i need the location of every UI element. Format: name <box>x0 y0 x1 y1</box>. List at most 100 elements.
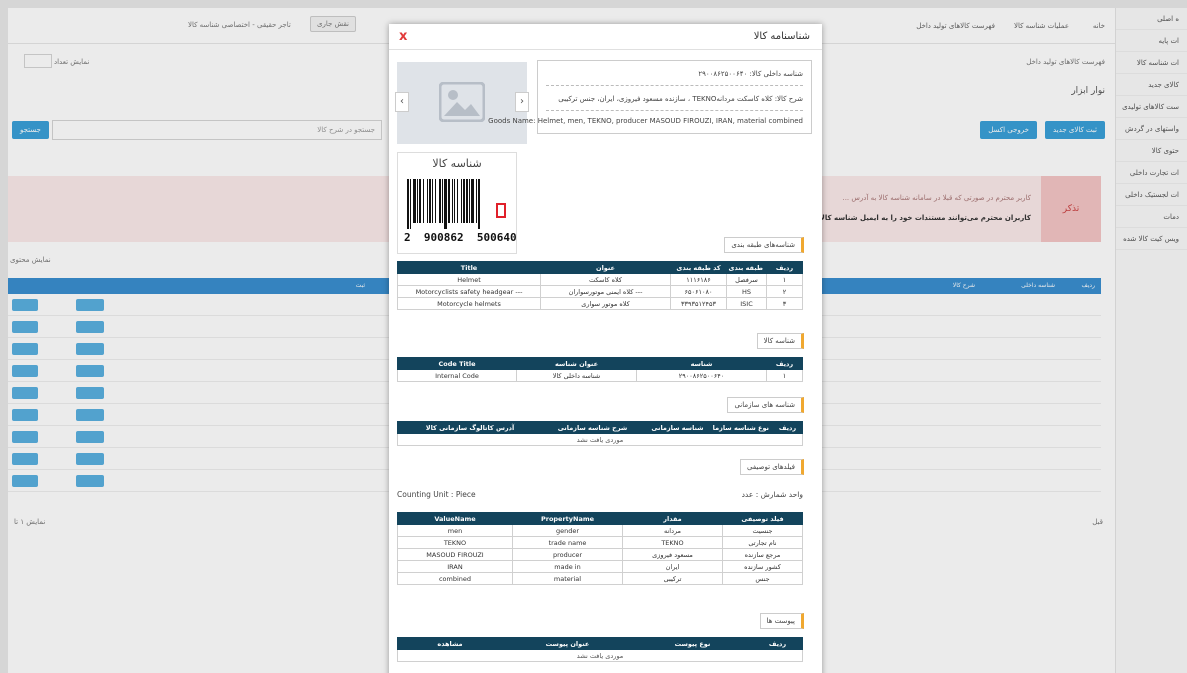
barcode-bar <box>448 179 450 223</box>
table-cell: مردانه <box>622 524 723 537</box>
table-cell: --- کلاه ایمنی موتورسواران <box>540 285 671 298</box>
table-cell: جنس <box>722 572 803 585</box>
item-description: شرح کالا: کلاه کاسکت مردانهTEKNO ، سازند… <box>558 95 803 103</box>
section-attachments: پیوست ها <box>759 613 804 629</box>
table-cell: سرفصل <box>726 273 767 286</box>
table-cell: material <box>512 572 623 585</box>
barcode-bar <box>463 179 465 223</box>
column-header: آدرس کاتالوگ سازمانی کالا <box>397 421 543 434</box>
table-cell: ۲ <box>766 285 803 298</box>
table-cell: TEKNO <box>622 536 723 549</box>
table-cell: --- Motorcyclists safety headgear <box>397 285 541 298</box>
column-header: شناسه سازمانی <box>642 421 713 434</box>
table-cell: IRAN <box>397 560 513 573</box>
counting-unit-en: Counting Unit : Piece <box>397 490 476 499</box>
column-header: فیلد توصیفی <box>722 512 803 525</box>
table-cell: ۳۳۹۳۵۱۲۴۵۳ <box>670 297 727 310</box>
barcode-bar <box>432 179 433 223</box>
table-row: جنسیت مردانه gender men <box>397 524 803 537</box>
product-image-placeholder: ‹ › <box>395 62 529 144</box>
features-table: فیلد توصیفی مقدار PropertyName ValueName… <box>397 512 803 585</box>
barcode-bar <box>469 179 470 223</box>
column-header: شناسه <box>636 357 767 370</box>
table-row: ۱ سرفصل ۱۱۱۶۱۸۶ کلاه کاسکت Helmet <box>397 273 803 286</box>
attachments-table: ردیف نوع پیوست عنوان پیوست مشاهده موردی … <box>397 637 803 662</box>
barcode-card: شناسه کالا 2 900862 500640 <box>397 152 517 254</box>
table-cell: مرجع سازنده <box>722 548 803 561</box>
table-cell: ۳ <box>766 297 803 310</box>
table-cell: Internal Code <box>397 369 517 382</box>
table-cell: gender <box>512 524 623 537</box>
table-cell: ۱ <box>766 369 803 382</box>
table-cell: combined <box>397 572 513 585</box>
table-cell: ایران <box>622 560 723 573</box>
table-cell: شناسه داخلی کالا <box>516 369 637 382</box>
prev-image-button[interactable]: ‹ <box>395 92 409 112</box>
empty-row: موردی یافت نشد <box>397 433 803 446</box>
table-cell: ۱ <box>766 273 803 286</box>
table-cell: جنسیت <box>722 524 803 537</box>
column-header: عنوان شناسه <box>516 357 637 370</box>
table-row: ۳ ISIC ۳۳۹۳۵۱۲۴۵۳ کلاه موتور سواری Motor… <box>397 297 803 310</box>
table-cell: ۲۹۰۰۸۶۲۵۰۰۶۴۰ <box>636 369 767 382</box>
barcode-bar <box>471 179 474 223</box>
barcode-bar <box>410 179 411 229</box>
barcode-highlight-marker <box>496 203 506 218</box>
section-org-codes: شناسه های سازمانی <box>727 397 804 413</box>
table-cell: TEKNO <box>397 536 513 549</box>
counting-unit-fa: واحد شمارش : عدد <box>741 490 803 499</box>
org-codes-table: ردیف نوع شناسه سازمانی شناسه سازمانی شرح… <box>397 421 803 446</box>
image-icon <box>439 82 485 122</box>
barcode-bar <box>442 179 443 223</box>
barcode-bar <box>427 179 428 223</box>
barcode-bar <box>457 179 458 223</box>
barcode-bar <box>478 179 480 229</box>
table-cell: trade name <box>512 536 623 549</box>
barcode-bar <box>435 179 436 223</box>
barcode-bar <box>407 179 409 229</box>
column-header: ردیف <box>766 357 803 370</box>
barcode-bar <box>429 179 431 223</box>
table-cell: MASOUD FIROUZI <box>397 548 513 561</box>
empty-row: موردی یافت نشد <box>397 649 803 662</box>
barcode-bar <box>466 179 468 223</box>
table-cell: ISIC <box>726 297 767 310</box>
table-cell: ترکیبی <box>622 572 723 585</box>
item-profile-modal: x شناسنامه کالا ‹ › شناسه کالا 2 900862 … <box>389 24 822 673</box>
column-header: شرح شناسه سازمانی <box>542 421 643 434</box>
next-image-button[interactable]: › <box>515 92 529 112</box>
column-header: ردیف <box>752 637 803 650</box>
barcode-bar <box>461 179 462 223</box>
column-header: مشاهده <box>397 637 503 650</box>
barcode-bar <box>413 179 416 223</box>
table-cell: Helmet <box>397 273 541 286</box>
barcode-title: شناسه کالا <box>432 157 482 170</box>
column-header: نوع شناسه سازمانی <box>712 421 773 434</box>
column-header: طبقه بندی <box>726 261 767 274</box>
barcode-bar <box>444 179 447 229</box>
table-cell: کشور سازنده <box>722 560 803 573</box>
item-code-table: ردیف شناسه عنوان شناسه Code Title ۱ ۲۹۰۰… <box>397 357 803 382</box>
column-header: مقدار <box>622 512 723 525</box>
barcode-bar <box>439 179 441 223</box>
table-row: موردی یافت نشد <box>397 649 803 662</box>
goods-name: Goods Name: Helmet, men, TEKNO, producer… <box>488 117 803 125</box>
table-cell: producer <box>512 548 623 561</box>
barcode-bar <box>423 179 424 223</box>
close-icon[interactable]: x <box>399 29 407 44</box>
table-row: جنس ترکیبی material combined <box>397 572 803 585</box>
modal-title: شناسنامه کالا <box>753 31 810 42</box>
table-row: نام تجارتی TEKNO trade name TEKNO <box>397 536 803 549</box>
modal-header: x شناسنامه کالا <box>389 24 822 50</box>
column-header: ValueName <box>397 512 513 525</box>
table-cell: ۶۵۰۶۱۰۸۰ <box>670 285 727 298</box>
table-row: موردی یافت نشد <box>397 433 803 446</box>
table-cell: ۱۱۱۶۱۸۶ <box>670 273 727 286</box>
table-cell: made in <box>512 560 623 573</box>
barcode-bar <box>454 179 455 223</box>
table-row: کشور سازنده ایران made in IRAN <box>397 560 803 573</box>
table-cell: Motorcycle helmets <box>397 297 541 310</box>
barcode-image <box>407 179 480 229</box>
barcode-digits: 2 900862 500640 <box>404 231 517 244</box>
section-classification: شناسه‌های طبقه بندی <box>724 237 804 253</box>
